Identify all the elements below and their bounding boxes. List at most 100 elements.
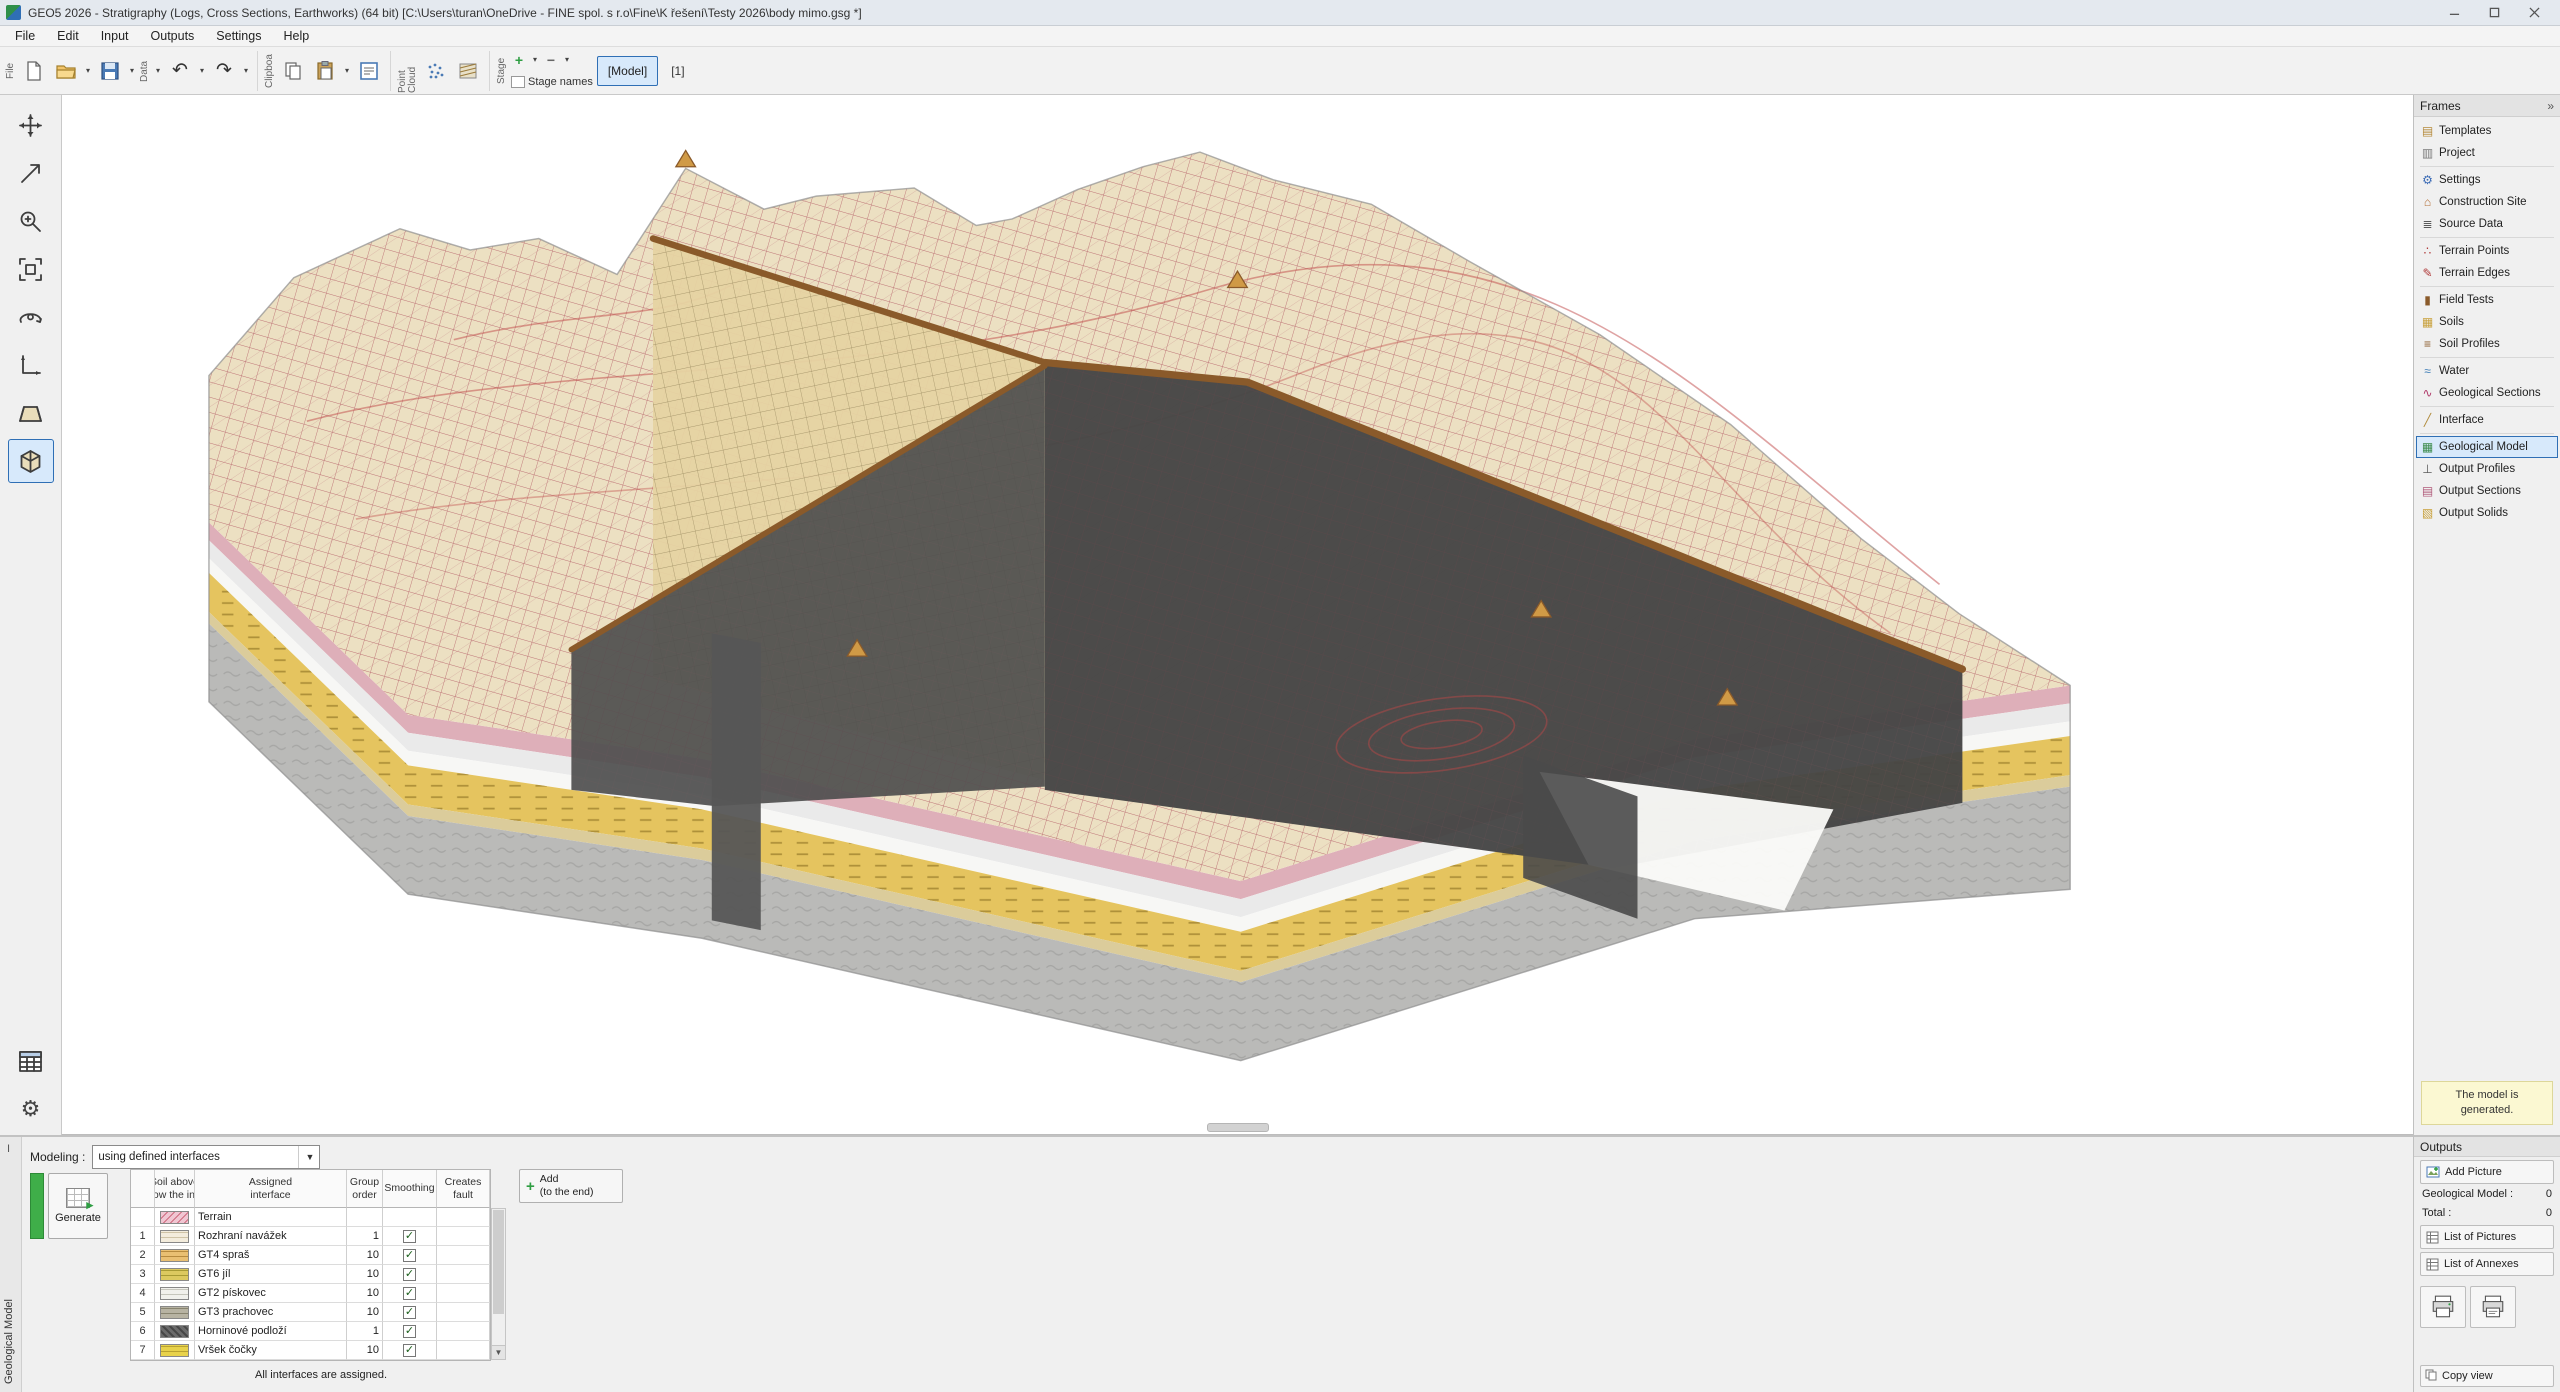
collapse-panel-icon[interactable]: » — [2547, 99, 2554, 113]
smoothing-checkbox[interactable] — [403, 1325, 416, 1338]
smoothing-checkbox[interactable] — [403, 1344, 416, 1357]
list-of-annexes-button[interactable]: List of Annexes — [2420, 1252, 2554, 1276]
creates-fault-cell[interactable] — [437, 1284, 490, 1303]
table-scrollbar[interactable]: ▼ — [491, 1208, 506, 1360]
add-stage-button[interactable]: + — [509, 50, 529, 70]
add-to-end-button[interactable]: + Add (to the end) — [519, 1169, 623, 1203]
smoothing-checkbox[interactable] — [403, 1287, 416, 1300]
model-toggle-button[interactable]: [Model] — [597, 56, 658, 86]
creates-fault-cell[interactable] — [437, 1341, 490, 1360]
save-dropdown[interactable]: ▾ — [126, 52, 138, 90]
paste-dropdown[interactable]: ▾ — [341, 52, 353, 90]
table-row[interactable]: 4 GT2 pískovec 10 — [131, 1284, 490, 1303]
rotate-view-icon[interactable] — [8, 295, 54, 339]
scrollbar-down-icon[interactable]: ▼ — [492, 1345, 505, 1359]
table-row[interactable]: 7 Vršek čočky 10 — [131, 1341, 490, 1360]
menu-help[interactable]: Help — [272, 27, 320, 45]
sections-pattern-button[interactable] — [453, 52, 483, 90]
table-row[interactable]: 2 GT4 spraš 10 — [131, 1246, 490, 1265]
frame-item-output-profiles[interactable]: Output Profiles — [2416, 458, 2558, 480]
add-stage-dropdown[interactable]: ▾ — [529, 50, 541, 70]
menu-edit[interactable]: Edit — [46, 27, 90, 45]
maximize-icon[interactable] — [2474, 0, 2514, 25]
group-order: 10 — [347, 1341, 383, 1360]
minimize-icon[interactable] — [2434, 0, 2474, 25]
settings-gear-icon[interactable]: ⚙ — [8, 1087, 54, 1131]
data-group-label[interactable]: Data — [140, 49, 150, 93]
creates-fault-cell[interactable] — [437, 1303, 490, 1322]
frame-item-terrain-edges[interactable]: Terrain Edges — [2416, 262, 2558, 284]
frame-item-water[interactable]: Water — [2416, 360, 2558, 382]
generate-button[interactable]: Generate — [48, 1173, 108, 1239]
axes-icon[interactable] — [8, 343, 54, 387]
stage-1-button[interactable]: [1] — [662, 56, 693, 86]
close-icon[interactable] — [2514, 0, 2554, 25]
3d-viewport[interactable] — [62, 95, 2413, 1135]
table-row[interactable]: 3 GT6 jíl 10 — [131, 1265, 490, 1284]
table-row[interactable]: 6 Horninové podloží 1 — [131, 1322, 490, 1341]
copy-button[interactable] — [278, 52, 308, 90]
frame-item-project[interactable]: Project — [2416, 142, 2558, 164]
redo-button[interactable]: ↷ — [209, 52, 239, 90]
redo-dropdown[interactable]: ▾ — [240, 52, 252, 90]
frame-item-interface[interactable]: Interface — [2416, 409, 2558, 431]
save-button[interactable] — [95, 52, 125, 90]
undo-button[interactable]: ↶ — [165, 52, 195, 90]
frame-item-soil-profiles[interactable]: Soil Profiles — [2416, 333, 2558, 355]
frame-item-geological-model[interactable]: Geological Model — [2416, 436, 2558, 458]
open-file-dropdown[interactable]: ▾ — [82, 52, 94, 90]
frame-item-field-tests[interactable]: Field Tests — [2416, 289, 2558, 311]
perspective-view-icon[interactable] — [8, 391, 54, 435]
smoothing-checkbox[interactable] — [403, 1249, 416, 1262]
point-cloud-button[interactable] — [421, 52, 451, 90]
remove-stage-dropdown[interactable]: ▾ — [561, 50, 573, 70]
frame-item-templates[interactable]: Templates — [2416, 120, 2558, 142]
stage-names-toggle[interactable]: Stage names — [509, 71, 593, 93]
total-count: 0 — [2546, 1207, 2552, 1219]
frame-item-source-data[interactable]: Source Data — [2416, 213, 2558, 235]
smoothing-checkbox[interactable] — [403, 1268, 416, 1281]
paste-button[interactable] — [310, 52, 340, 90]
pan-tool-icon[interactable] — [8, 151, 54, 195]
panel-resize-handle[interactable] — [1207, 1123, 1269, 1132]
zoom-extents-icon[interactable] — [8, 247, 54, 291]
print-preview-button[interactable] — [354, 52, 384, 90]
print-pictures-button[interactable] — [2420, 1286, 2466, 1328]
table-row[interactable]: 5 GT3 prachovec 10 — [131, 1303, 490, 1322]
frame-item-settings[interactable]: Settings — [2416, 169, 2558, 191]
new-file-button[interactable] — [19, 52, 49, 90]
menu-settings[interactable]: Settings — [205, 27, 272, 45]
table-row-terrain[interactable]: Terrain — [131, 1208, 490, 1227]
undo-dropdown[interactable]: ▾ — [196, 52, 208, 90]
creates-fault-cell[interactable] — [437, 1322, 490, 1341]
zoom-tool-icon[interactable] — [8, 199, 54, 243]
frame-item-output-solids[interactable]: Output Solids — [2416, 502, 2558, 524]
frame-item-geological-sections[interactable]: Geological Sections — [2416, 382, 2558, 404]
remove-stage-button[interactable]: − — [541, 50, 561, 70]
menu-outputs[interactable]: Outputs — [140, 27, 206, 45]
frame-item-output-sections[interactable]: Output Sections — [2416, 480, 2558, 502]
add-picture-button[interactable]: Add Picture — [2420, 1160, 2554, 1184]
frame-item-construction-site[interactable]: Construction Site — [2416, 191, 2558, 213]
frame-item-terrain-points[interactable]: Terrain Points — [2416, 240, 2558, 262]
table-view-icon[interactable] — [8, 1039, 54, 1083]
frame-tab-geological-model[interactable]: I Geological Model — [0, 1137, 22, 1392]
move-tool-icon[interactable] — [8, 103, 54, 147]
smoothing-checkbox[interactable] — [403, 1230, 416, 1243]
creates-fault-cell[interactable] — [437, 1265, 490, 1284]
data-dropdown[interactable]: ▾ — [152, 52, 164, 90]
modeling-dropdown[interactable]: using defined interfaces ▼ — [92, 1145, 320, 1169]
menu-input[interactable]: Input — [90, 27, 140, 45]
frame-item-soils[interactable]: Soils — [2416, 311, 2558, 333]
print-annexes-button[interactable] — [2470, 1286, 2516, 1328]
smoothing-checkbox[interactable] — [403, 1306, 416, 1319]
open-file-button[interactable] — [51, 52, 81, 90]
creates-fault-cell[interactable] — [437, 1246, 490, 1265]
scrollbar-thumb[interactable] — [493, 1210, 504, 1314]
model-3d-view-icon[interactable] — [8, 439, 54, 483]
creates-fault-cell[interactable] — [437, 1227, 490, 1246]
menu-file[interactable]: File — [4, 27, 46, 45]
copy-view-button[interactable]: Copy view — [2420, 1365, 2554, 1387]
list-of-pictures-button[interactable]: List of Pictures — [2420, 1225, 2554, 1249]
table-row[interactable]: 1 Rozhraní navážek 1 — [131, 1227, 490, 1246]
